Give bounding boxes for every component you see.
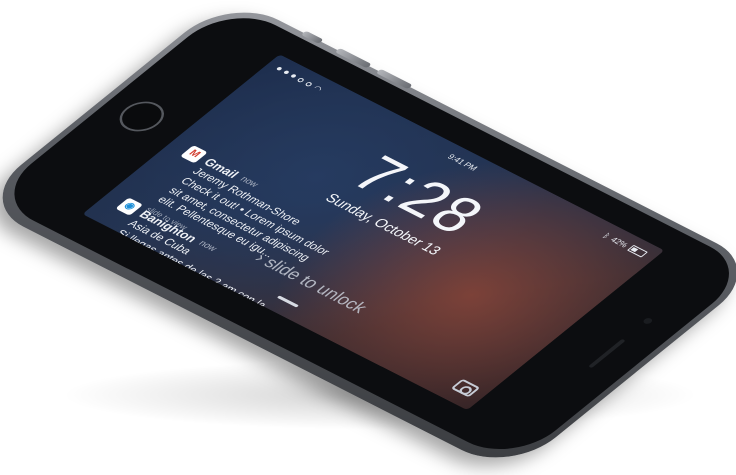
signal-icon — [290, 73, 297, 79]
status-right: ᛒ 42% — [601, 231, 649, 258]
signal-icon — [304, 81, 314, 87]
status-left: ◠ — [274, 65, 325, 93]
status-time: 9:41 PM — [445, 152, 480, 173]
camera-icon[interactable] — [450, 378, 481, 398]
scene: ◠ 9:41 PM ᛒ 42% 7:28 Sunday, October 13 — [0, 0, 736, 475]
signal-icon — [282, 70, 290, 75]
phone: ◠ 9:41 PM ᛒ 42% 7:28 Sunday, October 13 — [0, 0, 736, 475]
front-camera — [641, 316, 654, 325]
battery-icon — [626, 244, 648, 258]
home-button[interactable] — [110, 95, 174, 138]
signal-icon — [296, 76, 306, 83]
signal-icon — [275, 66, 283, 71]
wifi-icon: ◠ — [311, 83, 325, 94]
earpiece — [588, 338, 626, 369]
screen: ◠ 9:41 PM ᛒ 42% 7:28 Sunday, October 13 — [82, 54, 665, 411]
battery-percent: 42% — [608, 235, 631, 249]
